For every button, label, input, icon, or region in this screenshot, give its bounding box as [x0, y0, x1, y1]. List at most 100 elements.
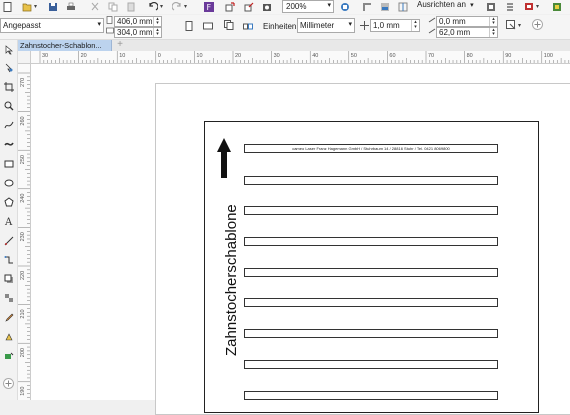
export-icon[interactable] — [244, 2, 254, 12]
horizontal-ruler[interactable]: 30 20 10 0 10 20 30 40 50 60 70 80 90 100 — [18, 51, 570, 64]
landscape-orientation-icon[interactable] — [203, 21, 213, 31]
artistic-media-tool-icon[interactable] — [4, 139, 14, 149]
spinner-arrows-icon[interactable]: ▴ ▾ — [489, 28, 497, 37]
smart-fill-tool-icon[interactable] — [4, 351, 14, 361]
nudge-distance-icon — [360, 21, 369, 30]
launcher-dropdown-arrow[interactable]: ▾ — [536, 3, 539, 10]
ruler-origin-corner[interactable] — [18, 51, 31, 64]
toothpick-slot[interactable] — [244, 206, 498, 215]
ruler-label: 90 — [505, 53, 511, 59]
duplicate-distance-x-icon — [428, 16, 436, 24]
page-width-field[interactable]: 406,0 mm ▴ ▾ — [114, 16, 162, 27]
zoom-level-combo[interactable]: 200% ▾ — [282, 0, 334, 13]
ruler-label: 50 — [351, 53, 357, 59]
ruler-label: 70 — [428, 53, 434, 59]
ruler-label: 100 — [544, 53, 553, 59]
show-rulers-icon[interactable] — [362, 2, 372, 12]
undo-icon[interactable] — [148, 2, 158, 12]
drop-shadow-tool-icon[interactable] — [4, 274, 14, 284]
slot-with-address[interactable]: cameo Laser Franz Hagemann GmbH / Stuhrb… — [244, 144, 498, 153]
ruler-label: 0 — [158, 53, 161, 59]
text-tool-icon[interactable]: A — [4, 216, 14, 226]
duplicate-distance-x-value: 0,0 mm — [439, 17, 466, 26]
publish-pdf-icon[interactable] — [262, 2, 272, 12]
chevron-down-icon: ▾ — [348, 21, 352, 28]
undo-dropdown-arrow[interactable]: ▾ — [160, 3, 163, 10]
spinner-arrows-icon[interactable]: ▴ ▾ — [153, 17, 161, 26]
pick-tool-icon[interactable] — [4, 45, 14, 55]
full-screen-preview-icon[interactable] — [340, 2, 350, 12]
vertical-ruler-ticks: 270260250240230220210200190180 — [18, 72, 30, 398]
search-content-icon[interactable]: F — [204, 2, 214, 12]
connector-tool-icon[interactable] — [4, 255, 14, 265]
nudge-distance-field[interactable]: 1,0 mm ▴ ▾ — [370, 19, 420, 32]
duplicate-distance-y-field[interactable]: 62,0 mm ▴ ▾ — [436, 27, 498, 38]
welcome-screen-icon[interactable] — [552, 2, 562, 12]
all-pages-icon[interactable] — [224, 20, 234, 30]
toothpick-slot[interactable] — [244, 298, 498, 307]
add-tool-icon[interactable] — [3, 378, 14, 389]
toothpick-template-sheet[interactable] — [204, 121, 539, 413]
treat-as-filled-icon[interactable] — [506, 20, 516, 30]
toothpick-slot[interactable] — [244, 268, 498, 277]
crop-tool-icon[interactable] — [4, 82, 14, 92]
show-grid-icon[interactable] — [380, 2, 390, 12]
duplicate-distance-x-field[interactable]: 0,0 mm ▴ ▾ — [436, 16, 498, 27]
open-folder-icon[interactable] — [22, 2, 32, 12]
polygon-tool-icon[interactable] — [4, 197, 14, 207]
redo-icon[interactable] — [172, 2, 182, 12]
interactive-fill-tool-icon[interactable] — [4, 332, 14, 342]
toothpick-slot[interactable] — [244, 237, 498, 246]
units-label: Einheiten: — [263, 22, 299, 31]
toothpick-slot[interactable] — [244, 391, 498, 400]
snap-to-label: Ausrichten an — [417, 0, 466, 9]
ellipse-tool-icon[interactable] — [4, 178, 14, 188]
page-width-value: 406,0 mm — [117, 17, 153, 26]
toothpick-slot[interactable] — [244, 329, 498, 338]
snap-to-button[interactable]: Ausrichten an ▾ — [417, 0, 477, 12]
zoom-tool-icon[interactable] — [4, 101, 14, 111]
import-icon[interactable] — [225, 2, 235, 12]
print-icon[interactable] — [66, 2, 76, 12]
page-height-field[interactable]: 304,0 mm ▴ ▾ — [114, 27, 162, 38]
transparency-tool-icon[interactable] — [4, 293, 14, 303]
vertical-ruler[interactable]: 270260250240230220210200190180 — [18, 63, 31, 400]
units-value: Millimeter — [300, 21, 335, 30]
page-size-preset-value: Angepasst — [3, 21, 41, 30]
units-combo[interactable]: Millimeter ▾ — [297, 18, 355, 33]
cut-icon[interactable] — [90, 2, 100, 12]
add-icon[interactable] — [532, 19, 543, 30]
new-document-icon[interactable] — [3, 2, 13, 12]
freehand-tool-icon[interactable] — [4, 120, 14, 130]
page-height-icon — [106, 27, 114, 35]
copy-icon[interactable] — [108, 2, 118, 12]
current-page-icon[interactable] — [243, 20, 253, 30]
spinner-arrows-icon[interactable]: ▴ ▾ — [153, 28, 161, 37]
tab-document[interactable]: Zahnstocher-Schablon... — [17, 40, 112, 51]
spinner-arrows-icon[interactable]: ▴ ▾ — [489, 17, 497, 26]
options-icon[interactable] — [486, 2, 496, 12]
parallel-dimension-tool-icon[interactable] — [4, 236, 14, 246]
toothpick-slot[interactable] — [244, 176, 498, 185]
spinner-arrows-icon[interactable]: ▴ ▾ — [411, 20, 419, 31]
application-launcher-icon[interactable] — [505, 2, 515, 12]
eyedropper-tool-icon[interactable] — [4, 313, 14, 323]
template-vertical-title: Zahnstocherschablone — [223, 204, 240, 356]
portrait-orientation-icon[interactable] — [184, 21, 194, 31]
corel-connect-icon[interactable] — [524, 2, 534, 12]
save-icon[interactable] — [48, 2, 58, 12]
ruler-label: 30 — [42, 53, 48, 59]
toothpick-slot[interactable] — [244, 360, 498, 369]
standard-toolbar: ▾ ▾ ▾ F 200% ▾ Ausrichten an ▾ ▾ — [0, 0, 570, 14]
new-tab-plus-icon[interactable]: + — [114, 40, 126, 51]
shape-tool-icon[interactable] — [4, 63, 14, 73]
ruler-label: 20 — [81, 53, 87, 59]
rectangle-tool-icon[interactable] — [4, 159, 14, 169]
paste-icon[interactable] — [126, 2, 136, 12]
treat-as-filled-dropdown-arrow[interactable]: ▾ — [518, 22, 521, 29]
redo-dropdown-arrow[interactable]: ▾ — [184, 3, 187, 10]
page-size-preset-combo[interactable]: Angepasst ▾ — [0, 18, 104, 33]
show-guidelines-icon[interactable] — [398, 2, 408, 12]
horizontal-ruler-ticks: 30 20 10 0 10 20 30 40 50 60 70 80 90 100 — [39, 51, 570, 63]
open-dropdown-arrow[interactable]: ▾ — [34, 3, 37, 10]
